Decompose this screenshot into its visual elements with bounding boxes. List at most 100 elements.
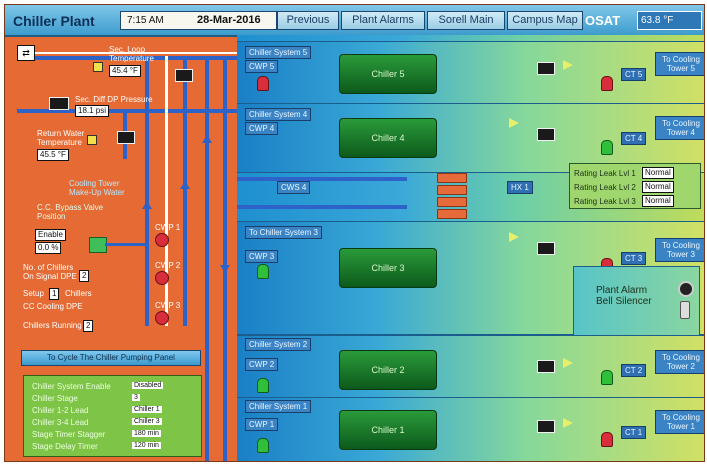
cc-cooling-label: CC Cooling DPE [23, 302, 83, 311]
to-cooling-tower-3[interactable]: To Cooling Tower 3 [655, 238, 704, 262]
setup-suffix: Chillers [65, 289, 92, 298]
rating-box: Rating Leak Lvl 1 Normal Rating Leak Lvl… [569, 163, 701, 209]
status-value: 3 [132, 394, 140, 401]
datetime-display: 7:15 AM 28-Mar-2016 [120, 11, 277, 30]
flow-arrow-icon [220, 265, 230, 273]
valve-icon[interactable] [601, 76, 613, 91]
status-label: Stage Timer Stagger [32, 430, 106, 439]
bypass-state: Enable [35, 229, 66, 241]
top-bar: Chiller Plant 7:15 AM 28-Mar-2016 Previo… [5, 5, 704, 37]
chiller-1[interactable]: Chiller 1 [339, 410, 437, 450]
pump-icon[interactable] [257, 438, 269, 453]
status-label: Chiller 1-2 Lead [32, 406, 89, 415]
chiller-4[interactable]: Chiller 4 [339, 118, 437, 158]
sec-loop-temp-value: 45.4 °F [109, 65, 141, 77]
pump-tag: CWP 3 [245, 250, 279, 263]
flow-arrow-icon [563, 418, 573, 428]
valve-icon[interactable] [601, 370, 613, 385]
alarm-bell-label: Plant Alarm Bell Silencer [596, 285, 652, 307]
chiller-2[interactable]: Chiller 2 [339, 350, 437, 390]
pump-icon-2[interactable] [155, 271, 169, 285]
to-cooling-tower-1[interactable]: To Cooling Tower 1 [655, 410, 704, 434]
valve-icon[interactable] [601, 140, 613, 155]
tower-position: CT 4 [621, 132, 647, 145]
no-of-chillers-label: No. of Chillers On Signal DPE [23, 263, 77, 281]
pump-icon[interactable] [257, 264, 269, 279]
pump-icon[interactable] [257, 378, 269, 393]
sec-diff-pressure-value: 18.1 psi [75, 105, 110, 117]
cwp-left-label-2: CWP 2 [155, 261, 181, 270]
chiller-3[interactable]: Chiller 3 [339, 248, 437, 288]
pump-icon-3[interactable] [155, 311, 169, 325]
status-value: Chiller 1 [132, 406, 162, 413]
system-tag: Chiller System 4 [245, 108, 312, 121]
sec-diff-pressure-label: Sec. Diff DP Pressure [75, 95, 153, 104]
flow-chart-icon[interactable]: ⇄ [17, 45, 35, 61]
return-temp-value: 45.5 °F [37, 149, 69, 161]
cws-label: CWS 4 [277, 181, 311, 194]
chiller-system-1-band: Chiller System 1 CWP 1 Chiller 1 CT 1 To… [237, 397, 704, 461]
flow-arrow-icon [509, 118, 519, 128]
plant-alarms-button[interactable]: Plant Alarms [341, 11, 425, 30]
status-label: Stage Delay Timer [32, 442, 98, 451]
to-cooling-tower-4[interactable]: To Cooling Tower 4 [655, 116, 704, 140]
tower-position: CT 5 [621, 68, 647, 81]
hx-plate-1 [437, 173, 467, 183]
pump-icon[interactable] [257, 76, 269, 91]
cycle-pumping-button[interactable]: To Cycle The Chiller Pumping Panel [21, 350, 201, 366]
meter-icon [537, 360, 555, 373]
riser-pipe-2 [183, 56, 187, 326]
hx-pipe [237, 205, 407, 209]
cwp-left-label-3: CWP 3 [155, 301, 181, 310]
osat-label: OSAT [585, 13, 621, 28]
system-tag: Chiller System 2 [245, 338, 312, 351]
to-cooling-tower-5[interactable]: To Cooling Tower 5 [655, 52, 704, 76]
bypass-pipe [105, 243, 145, 246]
flow-arrow-icon [142, 201, 152, 209]
pump-tag: CWP 1 [245, 418, 279, 431]
tower-position: CT 3 [621, 252, 647, 265]
sorell-main-button[interactable]: Sorell Main [427, 11, 505, 30]
osat-value: 63.8 °F [637, 11, 702, 30]
bypass-value: 0.0 % [35, 242, 62, 254]
to-cooling-tower-2[interactable]: To Cooling Tower 2 [655, 350, 704, 374]
white-riser-pipe [165, 56, 168, 326]
flow-arrow-icon [202, 135, 212, 143]
chiller-5[interactable]: Chiller 5 [339, 54, 437, 94]
status-value: Disabled [132, 382, 164, 389]
riser-pipe-4 [223, 56, 227, 461]
status-label: Chiller 3-4 Lead [32, 418, 89, 427]
meter-icon [537, 420, 555, 433]
system-tag: Chiller System 1 [245, 400, 312, 413]
rating-value: Normal [642, 181, 674, 193]
return-meter-icon [117, 131, 135, 144]
page-title: Chiller Plant [13, 13, 95, 29]
hx-tag: HX 1 [507, 181, 533, 194]
chillers-running-label: Chillers Running [23, 321, 82, 330]
silence-toggle[interactable] [680, 301, 690, 319]
valve-icon[interactable] [601, 432, 613, 447]
campus-map-button[interactable]: Campus Map [507, 11, 583, 30]
rating-label: Rating Leak Lvl 3 [574, 197, 636, 206]
status-value: 180 min [132, 430, 161, 437]
tower-position: CT 2 [621, 364, 647, 377]
chiller-system-5-band: Chiller System 5 CWP 5 Chiller 5 CT 5 To… [237, 41, 704, 112]
rating-value: Normal [642, 167, 674, 179]
rating-label: Rating Leak Lvl 2 [574, 183, 636, 192]
previous-button[interactable]: Previous [277, 11, 339, 30]
chiller-status-box: Chiller System Enable Disabled Chiller S… [23, 375, 202, 457]
pump-icon-1[interactable] [155, 233, 169, 247]
pump-tag: CWP 5 [245, 60, 279, 73]
time-display: 7:15 AM [127, 15, 164, 26]
return-temp-sensor-icon [87, 135, 97, 145]
flow-arrow-icon [180, 181, 190, 189]
tower-position: CT 1 [621, 426, 647, 439]
riser-pipe-3 [205, 56, 209, 461]
rating-label: Rating Leak Lvl 1 [574, 169, 636, 178]
status-label: Chiller Stage [32, 394, 78, 403]
date-display: 28-Mar-2016 [197, 14, 261, 26]
chiller-systems-area: Chiller System 5 CWP 5 Chiller 5 CT 5 To… [237, 35, 704, 461]
sec-loop-temp-label: Sec. Loop Temperature [109, 45, 154, 63]
temp-sensor-icon [93, 62, 103, 72]
make-up-water-label: Cooling Tower Make-Up Water [69, 179, 125, 197]
